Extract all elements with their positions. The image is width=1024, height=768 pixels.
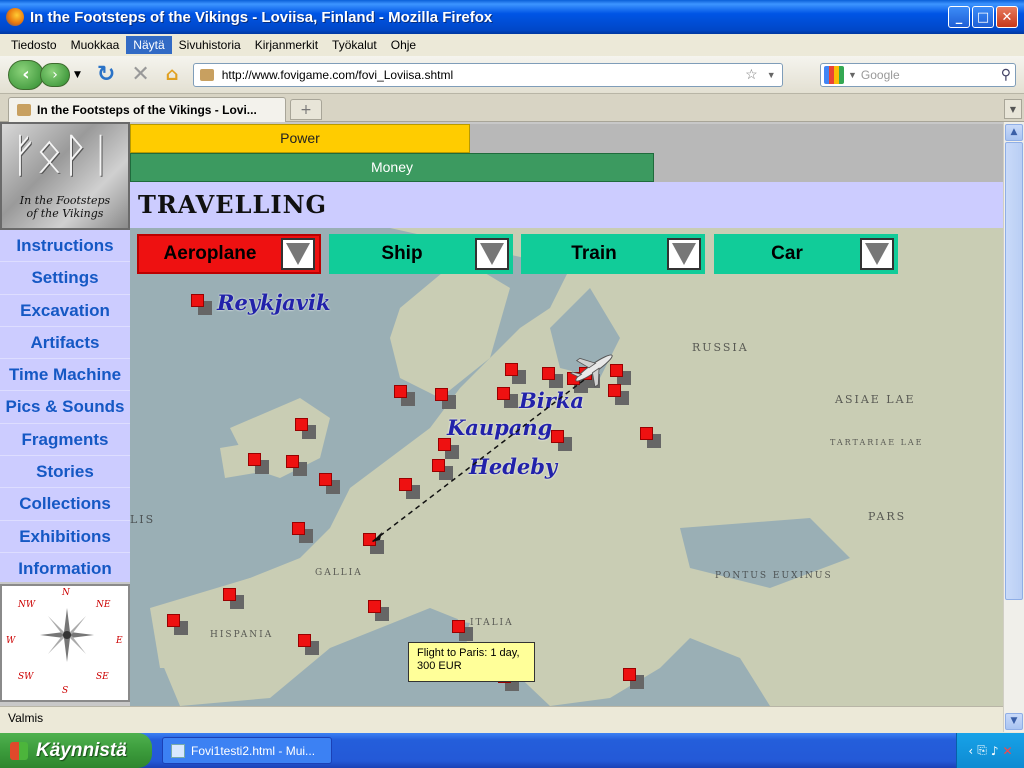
taskbar-item-label: Fovi1testi2.html - Mui... [191,743,316,758]
start-label: Käynnistä [36,739,127,761]
menu-ohje[interactable]: Ohje [384,36,423,54]
menu-tiedosto[interactable]: Tiedosto [4,36,64,54]
menu-bar: Tiedosto Muokkaa Näytä Sivuhistoria Kirj… [0,34,1024,56]
menu-kirjanmerkit[interactable]: Kirjanmerkit [248,36,325,54]
tab-favicon-icon [17,104,31,116]
menu-nayta[interactable]: Näytä [126,36,172,54]
url-dropdown-icon[interactable]: ▼ [767,70,776,80]
security-alert-icon[interactable]: ✕ [1003,744,1013,758]
search-icon[interactable]: ⚲ [1001,66,1011,83]
site-favicon-icon [199,68,214,81]
flight-tooltip: Flight to Paris: 1 day, 300 EUR [408,642,535,682]
status-bar: Valmis [0,706,1003,731]
google-icon[interactable] [824,65,844,84]
reload-icon[interactable]: ↻ [97,62,115,87]
flight-path-layer [371,354,613,543]
scroll-up-icon[interactable]: ▲ [1005,124,1023,141]
url-bar[interactable]: http://www.fovigame.com/fovi_Loviisa.sht… [192,62,783,87]
vertical-scrollbar[interactable]: ▲ ▼ [1003,122,1024,732]
scroll-thumb[interactable] [1005,142,1023,600]
window-title-bar[interactable]: In the Footsteps of the Vikings - Loviis… [0,0,1024,34]
scroll-down-icon[interactable]: ▼ [1005,713,1023,730]
menu-sivuhistoria[interactable]: Sivuhistoria [172,36,248,54]
close-button[interactable]: ✕ [996,6,1018,28]
firefox-icon [6,8,24,26]
taskbar-item[interactable]: Fovi1testi2.html - Mui... [162,737,332,764]
new-tab-button[interactable]: + [290,99,322,120]
stop-icon[interactable]: ✕ [131,62,149,87]
start-button[interactable]: Käynnistä [0,733,152,768]
system-tray: ‹ ⎘ ♪ ✕ [956,733,1024,768]
menu-muokkaa[interactable]: Muokkaa [64,36,127,54]
tab-bar: In the Footsteps of the Vikings - Lovi..… [0,94,1024,122]
home-icon[interactable]: ⌂ [166,64,179,85]
url-text: http://www.fovigame.com/fovi_Loviisa.sht… [221,67,454,82]
minimize-button[interactable]: _ [948,6,970,28]
search-placeholder: Google [860,67,900,82]
maximize-button[interactable]: □ [972,6,994,28]
tray-arrow-icon[interactable]: ‹ [968,744,973,758]
bookmark-star-icon[interactable]: ☆ [745,66,758,83]
back-button[interactable]: ‹ [8,59,44,90]
flight-path-line [371,379,585,543]
flight-path-arrowhead [372,532,382,542]
menu-tyokalut[interactable]: Työkalut [325,36,384,54]
page-content: ᚠᛟᚹᛁ In the Footsteps of the Vikings Pow… [0,122,1003,706]
tab-title: In the Footsteps of the Vikings - Lovi..… [37,103,257,117]
windows-taskbar: Käynnistä Fovi1testi2.html - Mui... ‹ ⎘ … [0,733,1024,768]
window-title: In the Footsteps of the Vikings - Loviis… [30,8,493,26]
document-icon [171,743,185,758]
navigation-toolbar: ‹ › ▼ ↻ ✕ ⌂ http://www.fovigame.com/fovi… [0,56,1024,94]
tab-list-icon[interactable]: ▼ [1004,99,1022,119]
network-icon[interactable]: ⎘ [977,743,987,758]
windows-logo-icon [10,741,28,760]
search-engine-dropdown-icon[interactable]: ▼ [848,70,857,80]
forward-button[interactable]: › [40,62,70,87]
search-box[interactable]: ▼ Google ⚲ [820,62,1016,87]
browser-tab[interactable]: In the Footsteps of the Vikings - Lovi..… [8,97,286,122]
history-dropdown-icon[interactable]: ▼ [74,70,81,80]
volume-icon[interactable]: ♪ [991,744,999,758]
